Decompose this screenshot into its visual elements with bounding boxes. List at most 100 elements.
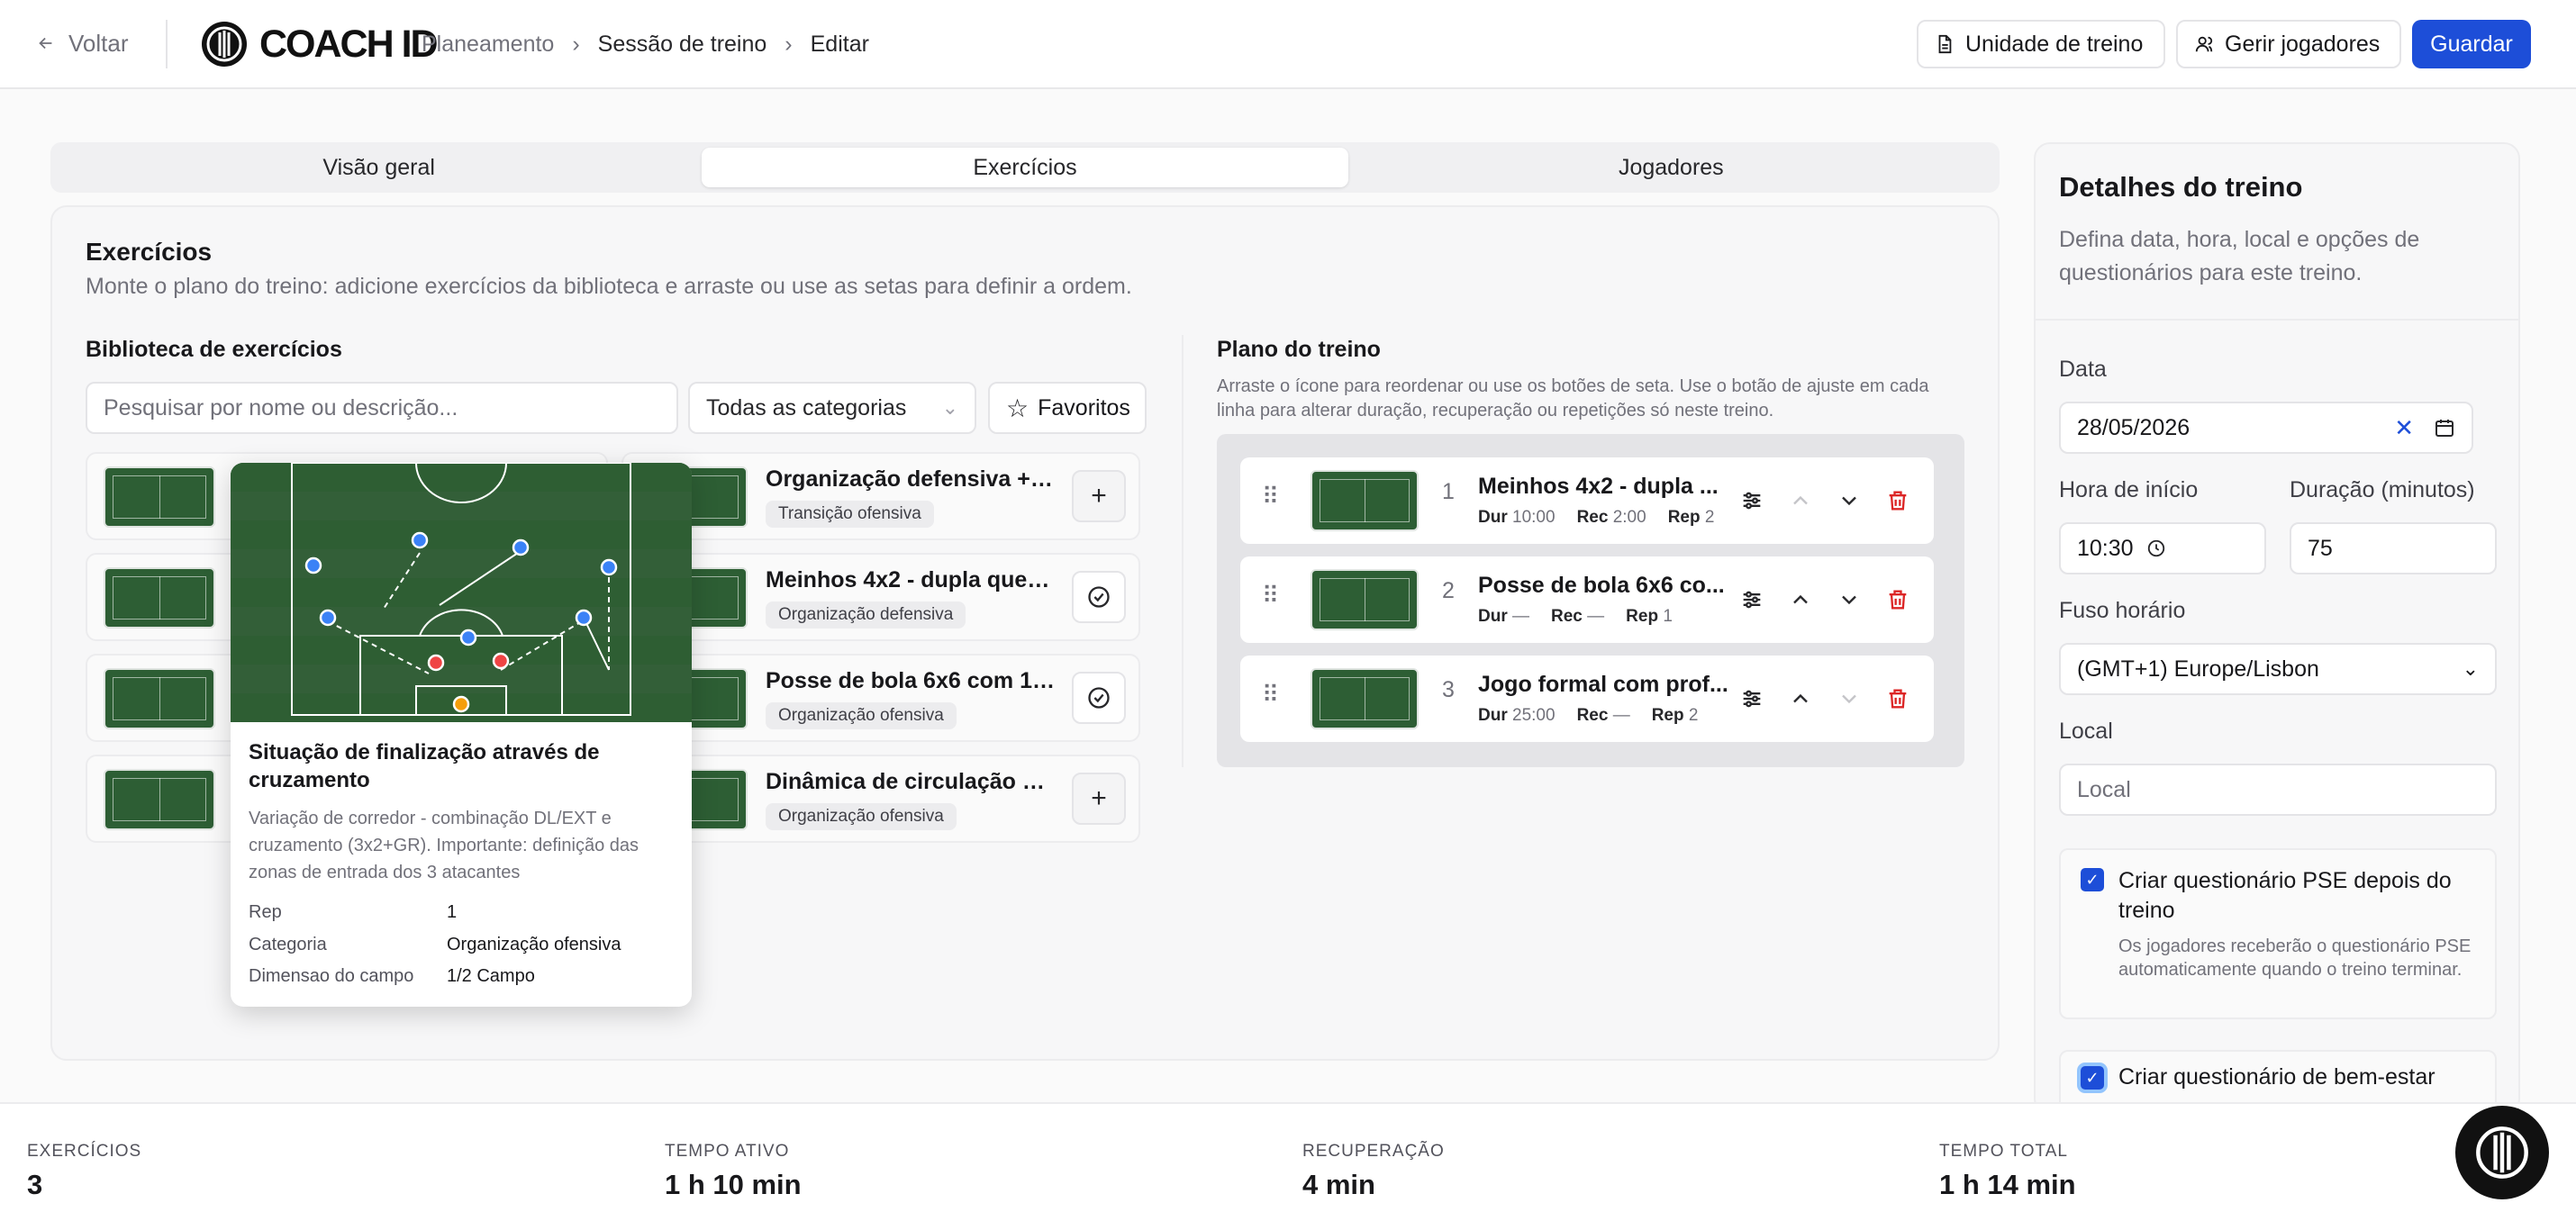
plan-row[interactable]: ⠿ 3 Jogo formal com prof... Dur 25:00 Re… bbox=[1240, 656, 1934, 742]
timezone-select[interactable]: (GMT+1) Europe/Lisbon ⌄ bbox=[2059, 643, 2497, 695]
assistant-button[interactable] bbox=[2455, 1106, 2549, 1199]
category-select[interactable]: Todas as categorias ⌄ bbox=[688, 382, 976, 434]
plan-row-number: 1 bbox=[1442, 479, 1455, 504]
unit-button-label: Unidade de treino bbox=[1965, 31, 2144, 57]
clear-icon[interactable]: ✕ bbox=[2394, 414, 2414, 442]
search-input[interactable]: Pesquisar por nome ou descrição... bbox=[86, 382, 678, 434]
drag-handle-icon[interactable]: ⠿ bbox=[1262, 483, 1279, 511]
wellbeing-label: Criar questionário de bem-estar bbox=[2118, 1064, 2435, 1090]
sliders-icon[interactable] bbox=[1739, 686, 1764, 711]
added-exercise-button[interactable] bbox=[1072, 672, 1126, 724]
stat-value: 1 h 10 min bbox=[665, 1169, 802, 1200]
exercises-title: Exercícios bbox=[86, 238, 213, 266]
timezone-label: Fuso horário bbox=[2059, 598, 2186, 623]
back-label: Voltar bbox=[68, 29, 129, 57]
plan-row[interactable]: ⠿ 1 Meinhos 4x2 - dupla ... Dur 10:00 Re… bbox=[1240, 457, 1934, 544]
category-tag: Organização ofensiva bbox=[766, 702, 957, 729]
exercise-thumbnail bbox=[1311, 470, 1419, 531]
add-exercise-button[interactable]: + bbox=[1072, 773, 1126, 825]
pse-description: Os jogadores receberão o questionário PS… bbox=[2118, 936, 2472, 980]
stat-value: 1 h 14 min bbox=[1939, 1169, 2076, 1200]
trash-icon[interactable] bbox=[1885, 488, 1910, 513]
duration-label: Duração (minutos) bbox=[2290, 477, 2475, 502]
popup-title: Situação de finalização através de cruza… bbox=[249, 740, 600, 792]
calendar-icon[interactable] bbox=[2434, 417, 2455, 439]
session-details-panel: Detalhes do treino Defina data, hora, lo… bbox=[2034, 142, 2520, 1115]
drag-handle-icon[interactable]: ⠿ bbox=[1262, 681, 1279, 709]
tab-overview[interactable]: Visão geral bbox=[56, 148, 702, 187]
library-item[interactable]: Meinhos 4x2 - dupla que p... Organização… bbox=[621, 553, 1140, 641]
chevron-right-icon: › bbox=[785, 31, 793, 57]
chevron-down-icon[interactable] bbox=[1837, 488, 1862, 513]
wellbeing-checkbox[interactable]: ✓ bbox=[2081, 1066, 2104, 1090]
plan-row[interactable]: ⠿ 2 Posse de bola 6x6 co... Dur — Rec — … bbox=[1240, 556, 1934, 643]
chevron-up-icon[interactable] bbox=[1788, 686, 1813, 711]
sliders-icon[interactable] bbox=[1739, 488, 1764, 513]
chevron-up-icon[interactable] bbox=[1788, 488, 1813, 513]
duration-field[interactable]: 75 bbox=[2290, 522, 2497, 574]
plan-row-meta: Dur 25:00 Rec — Rep 2 bbox=[1478, 706, 1699, 725]
check-icon: ✓ bbox=[2085, 870, 2100, 889]
plan-row-meta: Dur — Rec — Rep 1 bbox=[1478, 607, 1673, 626]
divider bbox=[1182, 335, 1184, 767]
library-item[interactable]: Posse de bola 6x6 com 1 Jk Organização o… bbox=[621, 654, 1140, 742]
save-button[interactable]: Guardar bbox=[2412, 20, 2531, 68]
added-exercise-button[interactable] bbox=[1072, 571, 1126, 623]
plan-title: Plano do treino bbox=[1217, 337, 1381, 362]
date-value: 28/05/2026 bbox=[2077, 414, 2191, 440]
sliders-icon[interactable] bbox=[1739, 587, 1764, 612]
exercise-thumbnail bbox=[104, 466, 215, 528]
category-tag: Organização defensiva bbox=[766, 601, 966, 629]
start-time-field[interactable]: 10:30 bbox=[2059, 522, 2266, 574]
library-item-title: Meinhos 4x2 - dupla que p... bbox=[766, 567, 1056, 592]
manage-players-label: Gerir jogadores bbox=[2225, 31, 2381, 57]
chevron-up-icon[interactable] bbox=[1788, 587, 1813, 612]
details-title: Detalhes do treino bbox=[2059, 171, 2303, 203]
brand-logo[interactable]: COACH ID bbox=[200, 18, 439, 70]
popup-description: Variação de corredor - combinação DL/EXT… bbox=[249, 809, 639, 882]
library-item-title: Organização defensiva + T... bbox=[766, 466, 1056, 492]
plus-icon: + bbox=[1091, 783, 1107, 813]
trash-icon[interactable] bbox=[1885, 686, 1910, 711]
stat-label: TEMPO ATIVO bbox=[665, 1142, 790, 1161]
trash-icon[interactable] bbox=[1885, 587, 1910, 612]
chevron-right-icon: › bbox=[572, 31, 580, 57]
category-select-value: Todas as categorias bbox=[706, 394, 907, 421]
breadcrumb-planeamento[interactable]: Planeamento bbox=[422, 32, 554, 58]
library-title: Biblioteca de exercícios bbox=[86, 337, 342, 362]
category-tag: Organização ofensiva bbox=[766, 803, 957, 830]
drag-handle-icon[interactable]: ⠿ bbox=[1262, 582, 1279, 610]
library-item[interactable]: Dinâmica de circulação of... Organização… bbox=[621, 755, 1140, 843]
tab-exercises[interactable]: Exercícios bbox=[702, 148, 1348, 187]
arrow-left-icon bbox=[39, 37, 52, 50]
pse-checkbox[interactable]: ✓ bbox=[2081, 868, 2104, 891]
plan-row-title: Meinhos 4x2 - dupla ... bbox=[1478, 474, 1719, 499]
check-circle-icon bbox=[1088, 586, 1110, 608]
back-link[interactable]: Voltar bbox=[36, 27, 129, 59]
document-icon bbox=[1938, 34, 1952, 54]
plan-hint: Arraste o ícone para reordenar ou use os… bbox=[1217, 376, 1929, 421]
user-icon bbox=[2195, 36, 2213, 52]
place-input[interactable]: Local bbox=[2059, 764, 2497, 816]
add-exercise-button[interactable]: + bbox=[1072, 470, 1126, 522]
breadcrumb-sessao[interactable]: Sessão de treino bbox=[598, 32, 767, 58]
stat-label: TEMPO TOTAL bbox=[1939, 1142, 2068, 1161]
chevron-down-icon[interactable] bbox=[1837, 587, 1862, 612]
library-item[interactable]: Organização defensiva + T... Transição o… bbox=[621, 452, 1140, 540]
clock-icon bbox=[2147, 539, 2164, 557]
check-icon: ✓ bbox=[2085, 1068, 2100, 1087]
popup-row-label: Categoria bbox=[249, 935, 327, 954]
place-label: Local bbox=[2059, 719, 2113, 744]
favorites-button[interactable]: ☆ Favoritos bbox=[988, 382, 1147, 434]
date-field[interactable]: 28/05/2026 ✕ bbox=[2059, 402, 2473, 454]
stat-value: 4 min bbox=[1302, 1169, 1375, 1200]
unit-button[interactable]: Unidade de treino bbox=[1917, 20, 2165, 68]
manage-players-button[interactable]: Gerir jogadores bbox=[2176, 20, 2401, 68]
tab-players[interactable]: Jogadores bbox=[1348, 148, 1994, 187]
chevron-down-icon[interactable] bbox=[1837, 686, 1862, 711]
plan-row-title: Jogo formal com prof... bbox=[1478, 672, 1728, 697]
date-label: Data bbox=[2059, 357, 2107, 382]
timezone-value: (GMT+1) Europe/Lisbon bbox=[2077, 656, 2319, 682]
exercise-thumbnail bbox=[1311, 569, 1419, 630]
exercises-subtitle: Monte o plano do treino: adicione exercí… bbox=[86, 274, 1132, 299]
